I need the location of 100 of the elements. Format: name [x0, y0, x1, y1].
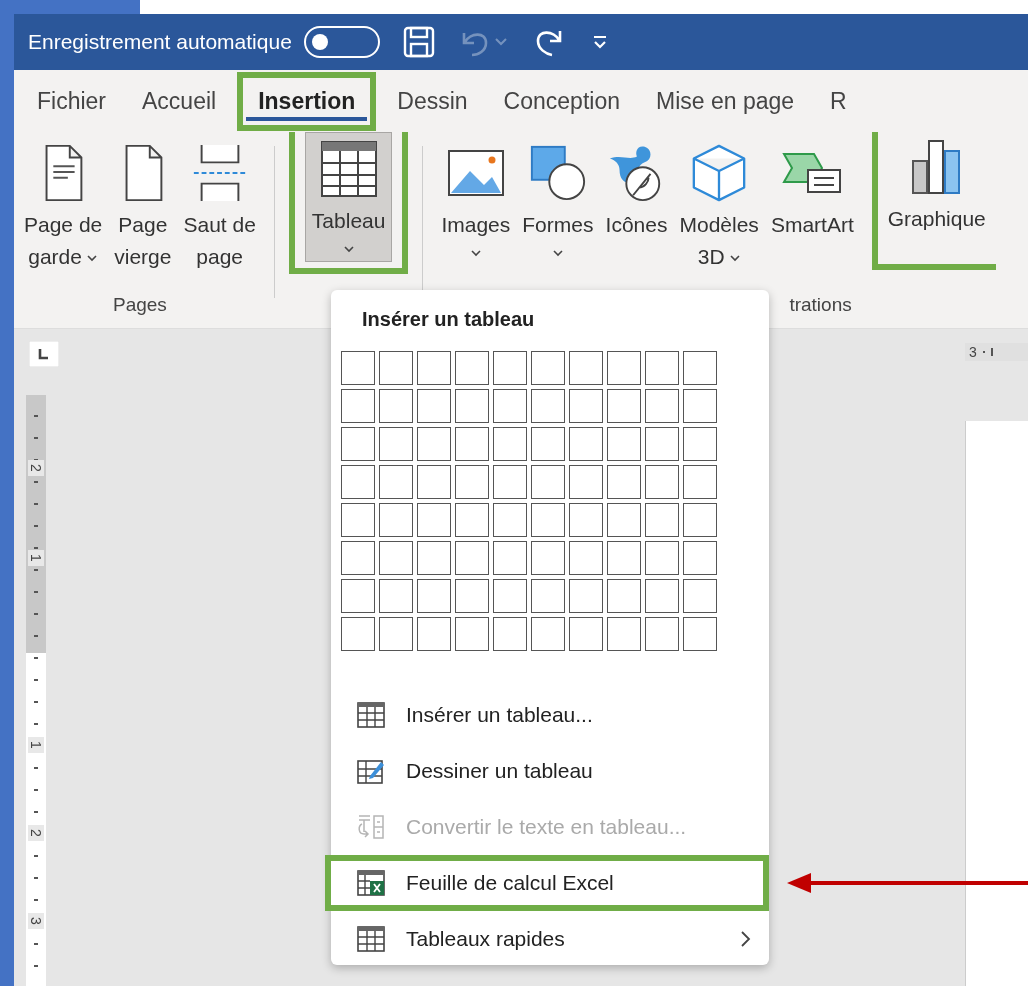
grid-cell[interactable] — [531, 503, 565, 537]
grid-cell[interactable] — [683, 503, 717, 537]
grid-cell[interactable] — [493, 503, 527, 537]
ribbon-tab[interactable]: Fichier — [25, 77, 118, 125]
ribbon-button[interactable]: Tableau — [304, 132, 393, 262]
ribbon-tab[interactable]: Dessin — [385, 77, 480, 125]
ribbon-button[interactable]: Page de garde — [20, 138, 107, 278]
grid-cell[interactable] — [455, 503, 489, 537]
grid-cell[interactable] — [531, 351, 565, 385]
grid-cell[interactable] — [607, 579, 641, 613]
grid-cell[interactable] — [645, 541, 679, 575]
grid-cell[interactable] — [683, 579, 717, 613]
grid-cell[interactable] — [569, 427, 603, 461]
ribbon-button[interactable]: Formes — [518, 138, 598, 262]
grid-cell[interactable] — [607, 351, 641, 385]
grid-cell[interactable] — [379, 465, 413, 499]
ribbon-button[interactable]: Images — [437, 138, 515, 262]
grid-cell[interactable] — [683, 427, 717, 461]
grid-cell[interactable] — [493, 427, 527, 461]
grid-cell[interactable] — [493, 351, 527, 385]
grid-cell[interactable] — [531, 389, 565, 423]
grid-cell[interactable] — [531, 617, 565, 651]
grid-cell[interactable] — [455, 427, 489, 461]
grid-cell[interactable] — [683, 389, 717, 423]
grid-cell[interactable] — [531, 579, 565, 613]
grid-cell[interactable] — [417, 427, 451, 461]
grid-cell[interactable] — [645, 351, 679, 385]
grid-cell[interactable] — [645, 579, 679, 613]
ribbon-tab[interactable]: Insertion — [246, 77, 368, 125]
ribbon-button[interactable]: SmartArt — [766, 138, 858, 246]
grid-cell[interactable] — [683, 351, 717, 385]
menu-item[interactable]: Dessiner un tableau — [331, 743, 769, 799]
ribbon-tab[interactable]: Mise en page — [643, 77, 807, 125]
autosave-toggle[interactable] — [303, 26, 380, 58]
grid-cell[interactable] — [379, 617, 413, 651]
grid-cell[interactable] — [417, 389, 451, 423]
grid-cell[interactable] — [645, 465, 679, 499]
grid-cell[interactable] — [645, 427, 679, 461]
grid-cell[interactable] — [455, 617, 489, 651]
grid-cell[interactable] — [379, 427, 413, 461]
ribbon-button[interactable]: Modèles 3D — [675, 138, 763, 278]
grid-cell[interactable] — [569, 541, 603, 575]
grid-cell[interactable] — [341, 541, 375, 575]
ribbon-button[interactable]: Graphique — [883, 132, 990, 240]
grid-cell[interactable] — [607, 389, 641, 423]
grid-cell[interactable] — [569, 579, 603, 613]
grid-cell[interactable] — [493, 617, 527, 651]
grid-cell[interactable] — [683, 541, 717, 575]
grid-cell[interactable] — [493, 465, 527, 499]
grid-cell[interactable] — [569, 503, 603, 537]
grid-cell[interactable] — [531, 465, 565, 499]
grid-cell[interactable] — [645, 503, 679, 537]
grid-cell[interactable] — [417, 579, 451, 613]
grid-cell[interactable] — [531, 541, 565, 575]
grid-cell[interactable] — [417, 465, 451, 499]
grid-cell[interactable] — [683, 465, 717, 499]
ribbon-button[interactable]: Icônes — [601, 138, 672, 246]
grid-cell[interactable] — [455, 541, 489, 575]
grid-cell[interactable] — [379, 579, 413, 613]
grid-cell[interactable] — [607, 427, 641, 461]
grid-cell[interactable] — [493, 389, 527, 423]
grid-cell[interactable] — [417, 617, 451, 651]
grid-cell[interactable] — [645, 617, 679, 651]
menu-item[interactable]: Insérer un tableau... — [331, 687, 769, 743]
grid-cell[interactable] — [341, 503, 375, 537]
grid-cell[interactable] — [569, 389, 603, 423]
grid-cell[interactable] — [569, 465, 603, 499]
grid-cell[interactable] — [607, 503, 641, 537]
grid-cell[interactable] — [417, 351, 451, 385]
grid-cell[interactable] — [569, 351, 603, 385]
menu-item[interactable]: Tableaux rapides — [331, 911, 769, 967]
grid-cell[interactable] — [379, 351, 413, 385]
grid-cell[interactable] — [455, 389, 489, 423]
menu-item[interactable]: Feuille de calcul Excel — [331, 861, 763, 905]
ribbon-tab[interactable]: Conception — [491, 77, 632, 125]
grid-cell[interactable] — [341, 465, 375, 499]
grid-cell[interactable] — [455, 465, 489, 499]
tab-selector-icon[interactable] — [29, 341, 59, 367]
grid-cell[interactable] — [379, 503, 413, 537]
ribbon-button[interactable]: Page vierge — [110, 138, 176, 278]
save-icon[interactable] — [401, 25, 436, 59]
grid-cell[interactable] — [683, 617, 717, 651]
grid-cell[interactable] — [455, 579, 489, 613]
grid-cell[interactable] — [341, 389, 375, 423]
grid-cell[interactable] — [379, 541, 413, 575]
ribbon-button[interactable]: Saut de page — [179, 138, 260, 278]
grid-cell[interactable] — [645, 389, 679, 423]
grid-cell[interactable] — [531, 427, 565, 461]
ribbon-tab[interactable]: R — [818, 77, 859, 125]
grid-cell[interactable] — [417, 503, 451, 537]
ribbon-tab[interactable]: Accueil — [130, 77, 229, 125]
grid-cell[interactable] — [341, 351, 375, 385]
grid-cell[interactable] — [607, 617, 641, 651]
grid-cell[interactable] — [417, 541, 451, 575]
grid-cell[interactable] — [569, 617, 603, 651]
grid-cell[interactable] — [607, 541, 641, 575]
grid-cell[interactable] — [341, 427, 375, 461]
grid-cell[interactable] — [341, 617, 375, 651]
grid-cell[interactable] — [379, 389, 413, 423]
grid-cell[interactable] — [341, 579, 375, 613]
